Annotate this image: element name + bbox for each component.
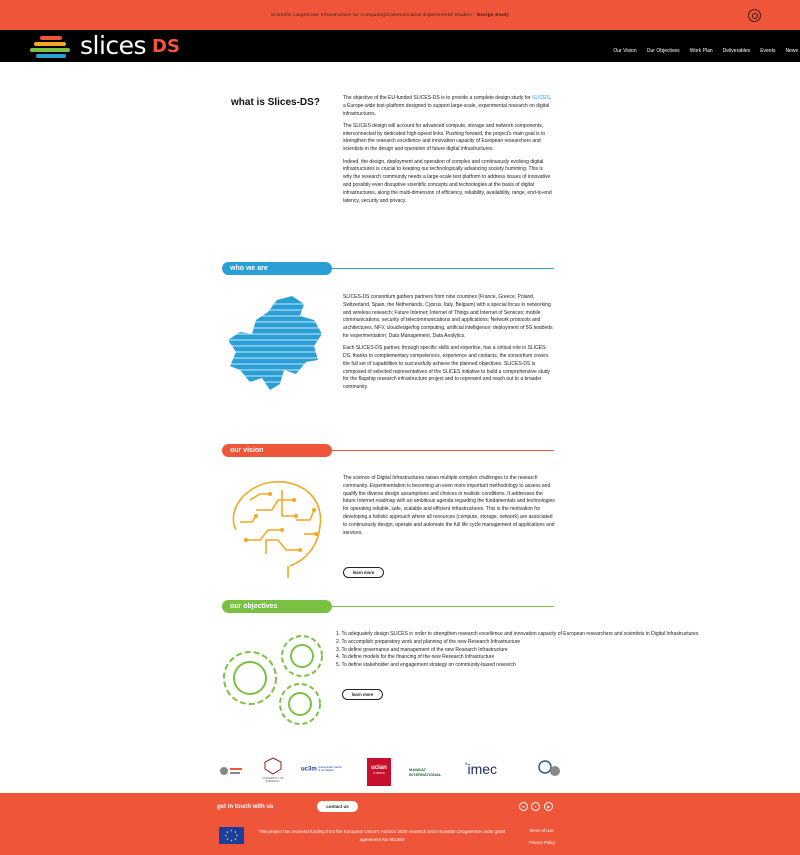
what-is-paragraph-2: The SLICES design will account for advan… (343, 122, 546, 153)
get-in-touch-label: get in touch with us (217, 804, 274, 810)
objective-item-1: 1. To adequately design SLICES in order … (336, 631, 699, 637)
linkedin-icon[interactable]: in (519, 802, 528, 811)
privacy-policy-link[interactable]: Privacy Policy (529, 840, 555, 845)
objective-item-4: 4. To define models for the financing of… (336, 654, 495, 661)
footer: get in touch with us contact us in t ▶ T… (0, 793, 800, 855)
logo-wordmark[interactable]: slices (80, 31, 147, 60)
partner-logo-imec[interactable]: •imec (465, 761, 517, 777)
logo-bar-red (40, 36, 62, 40)
partner-logo-thessaly[interactable]: UNIVERSITY OF THESSALY (255, 757, 291, 783)
vision-divider (330, 450, 554, 451)
nav-item-vision[interactable]: Our Vision (613, 48, 636, 54)
youtube-icon[interactable]: ▶ (544, 802, 553, 811)
nav-item-work-plan[interactable]: Work Plan (690, 48, 713, 54)
gears-icon (223, 635, 323, 725)
objectives-divider (330, 606, 554, 607)
objective-item-2: 2. To accomplish preparatory work and pl… (336, 638, 521, 645)
partner-logo-uclan[interactable]: uclan CYPRUS (367, 758, 391, 786)
circuit-brain-icon (232, 481, 322, 578)
nav-item-events[interactable]: Events (760, 48, 775, 54)
what-is-paragraph-3: Indeed, the design, deployment and opera… (343, 158, 552, 204)
nav-item-deliverables[interactable]: Deliverables (723, 48, 751, 54)
who-divider (330, 268, 554, 269)
what-is-paragraph-1: The objective of the EU-funded SLICES-DS… (343, 95, 552, 117)
partner-logo-mandat[interactable]: MANDAT INTERNATIONAL (409, 767, 453, 777)
nav-item-news[interactable]: News (785, 48, 798, 54)
who-paragraph-2: Each SLICES-DS partner, through specific… (343, 345, 551, 391)
eu-flag-icon (219, 827, 244, 844)
contact-us-button[interactable]: contact us (317, 801, 358, 812)
search-icon[interactable] (748, 9, 761, 22)
logo-bar-green (30, 48, 70, 52)
partner-logo-cyprus[interactable] (533, 759, 563, 781)
funding-statement: This project has received funding from t… (258, 829, 506, 842)
nav-item-objectives[interactable]: Our Objectives (647, 48, 680, 54)
main-nav: Our Vision Our Objectives Work Plan Deli… (613, 48, 800, 54)
objective-item-3: 3. To define governance and management o… (336, 646, 508, 653)
terms-of-use-link[interactable]: Terms of Use (529, 828, 554, 833)
our-vision-text: The science of Digital Infrastructures r… (343, 475, 555, 536)
partner-logos: UNIVERSITY OF THESSALY uc3m Universidad … (215, 757, 575, 787)
what-is-title: what is Slices-DS? (231, 97, 320, 108)
who-we-are-text: SLICES-DS consortium gathers partners fr… (343, 294, 555, 397)
top-bar: Scientific LargeScale Infrastructure for… (0, 0, 800, 30)
logo-bar-orange (34, 42, 66, 46)
our-vision-heading: our vision (222, 444, 332, 457)
vision-learn-more-button[interactable]: learn more (343, 567, 384, 578)
objectives-list: 1. To adequately design SLICES in order … (336, 631, 698, 670)
logo-icon[interactable] (30, 35, 72, 59)
tagline: Scientific LargeScale Infrastructure for… (270, 12, 510, 17)
logo-bar-blue (36, 54, 66, 58)
who-we-are-heading: who we are (222, 262, 332, 275)
partner-logo-uc3m[interactable]: uc3m Universidad Carlos III de Madrid (301, 766, 343, 773)
twitter-icon[interactable]: t (531, 802, 540, 811)
logo-suffix[interactable]: DS (152, 36, 180, 57)
europe-map-icon (222, 296, 332, 390)
what-is-text: The objective of the EU-funded SLICES-DS… (343, 95, 553, 210)
objective-item-5: 5. To define stakeholder and engagement … (336, 662, 516, 669)
our-objectives-heading: our objectives (222, 600, 332, 613)
header-nav: slices DS Our Vision Our Objectives Work… (0, 30, 800, 62)
slices-link[interactable]: SLICES (532, 95, 550, 101)
objectives-learn-more-button[interactable]: learn more (342, 689, 383, 700)
who-paragraph-1: SLICES-DS consortium gathers partners fr… (343, 294, 553, 339)
partner-logo-inria[interactable] (219, 765, 243, 777)
